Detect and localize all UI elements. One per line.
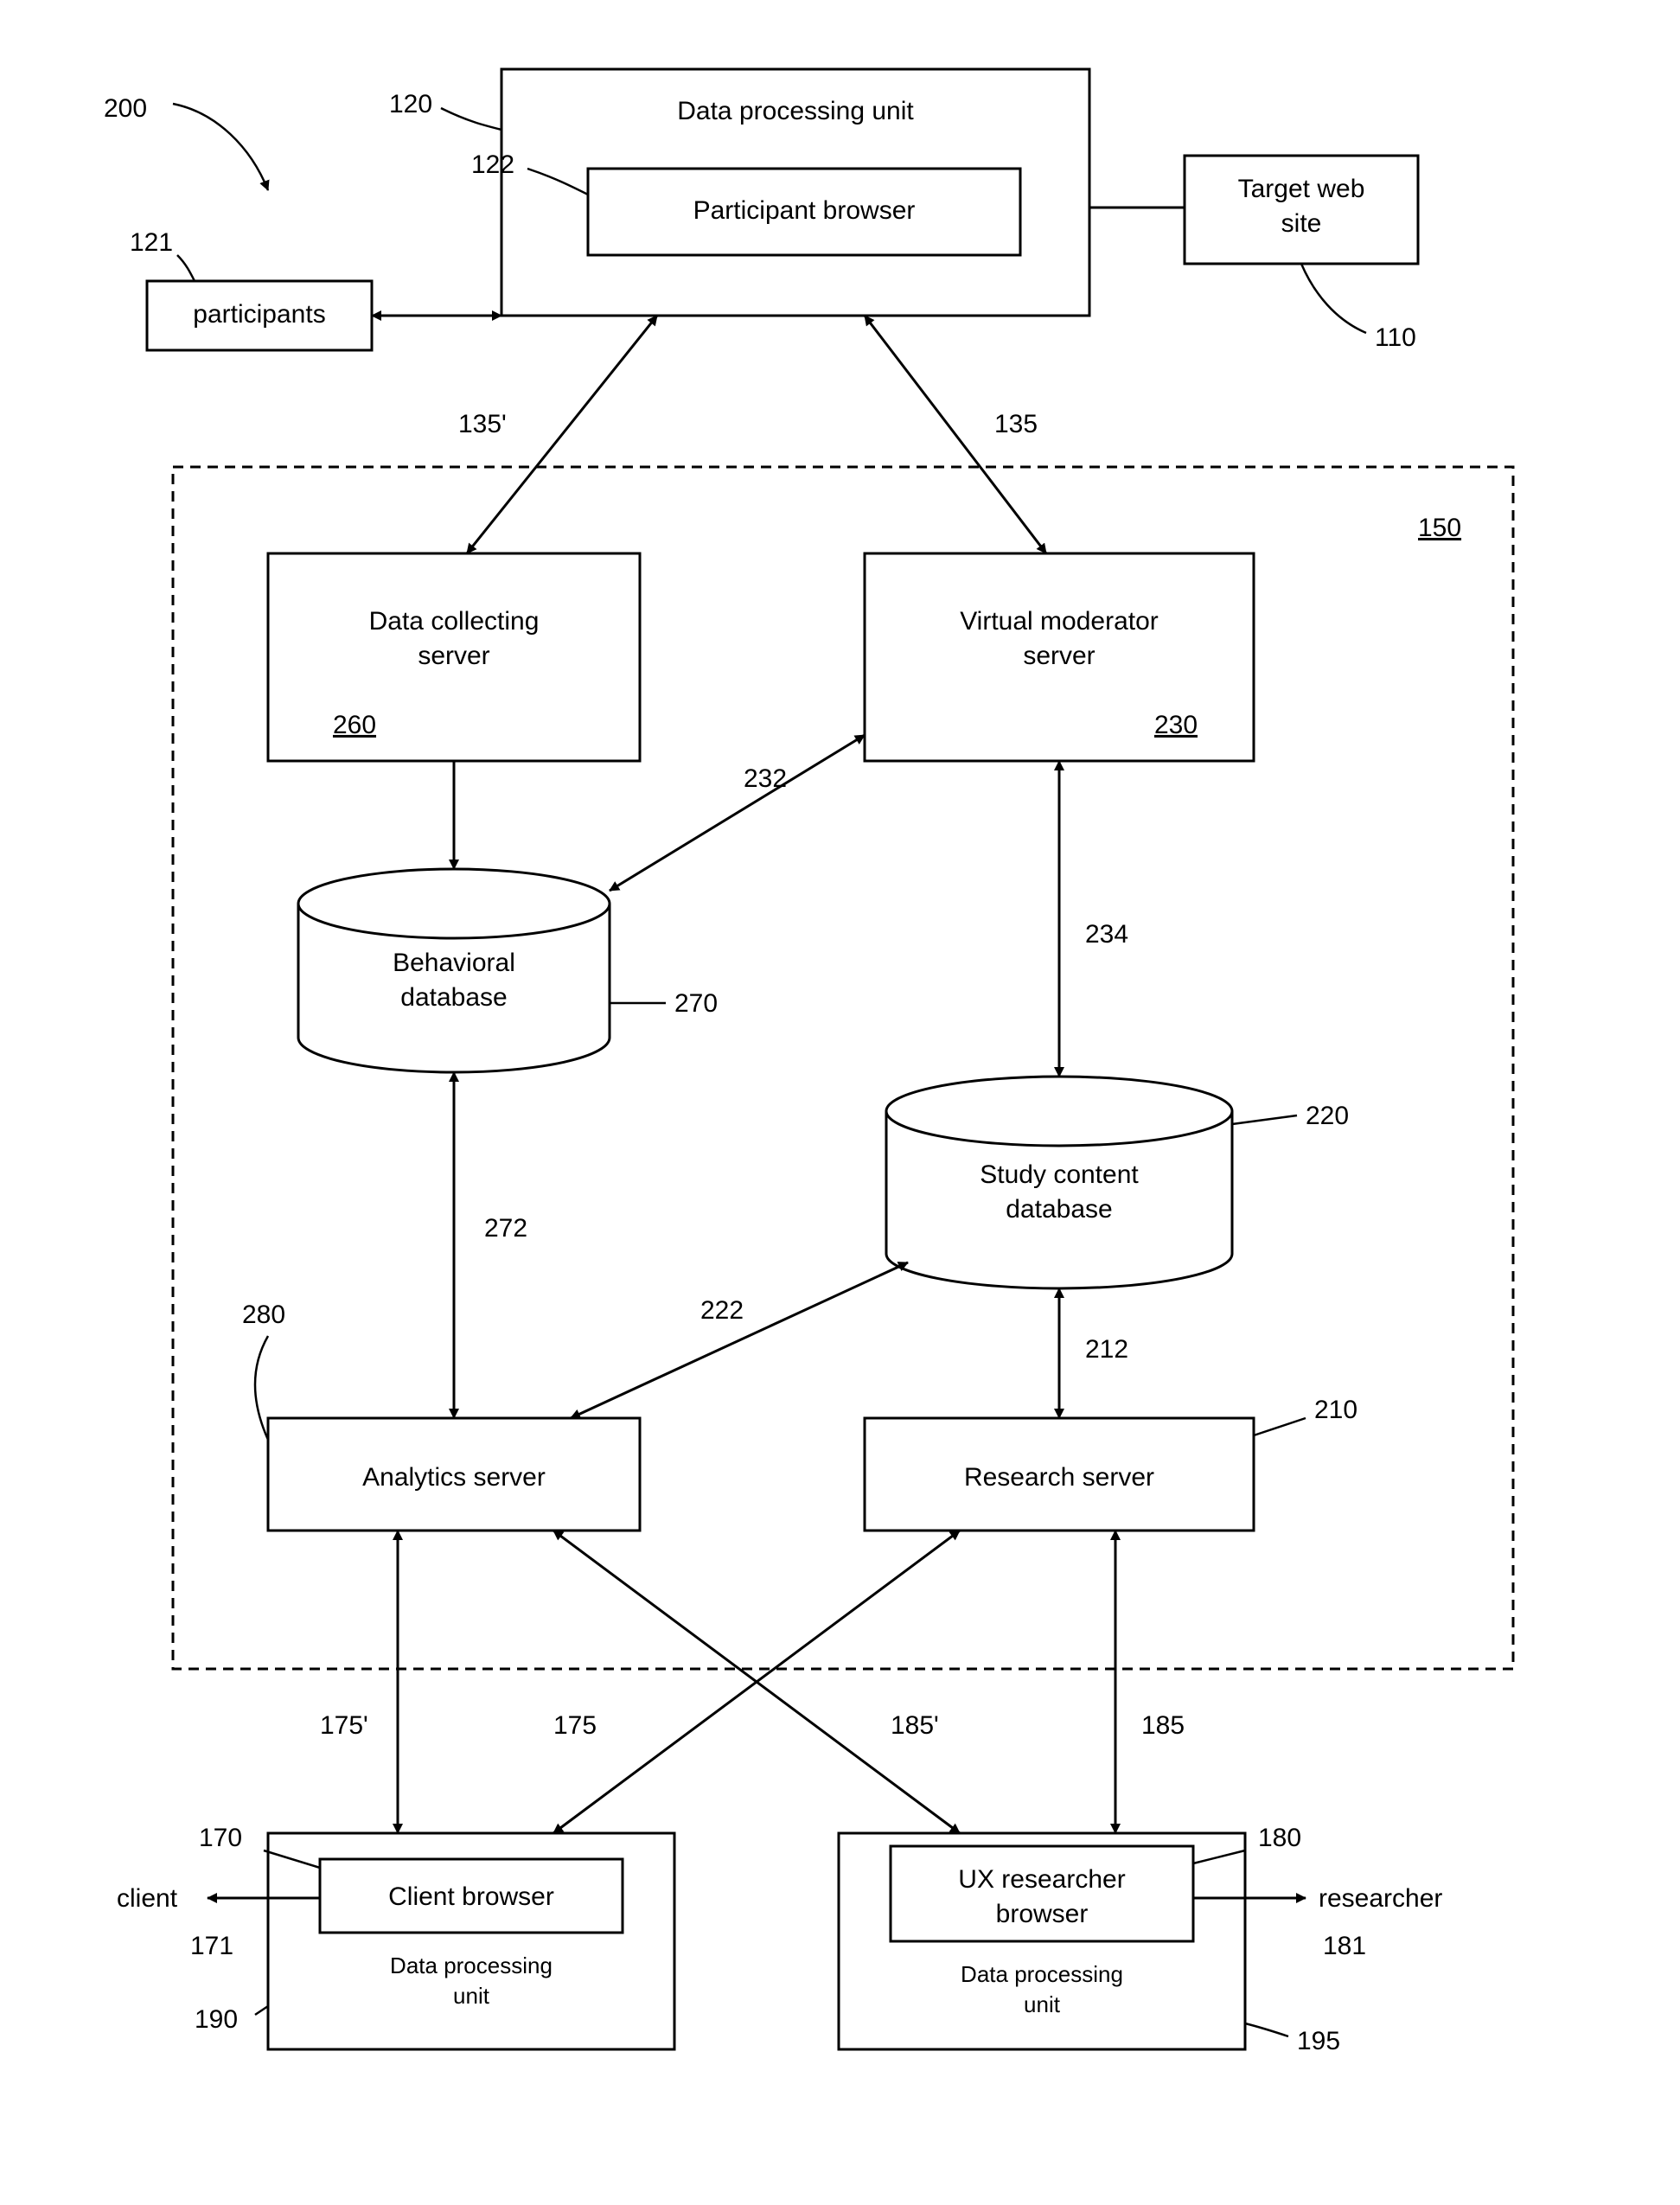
leader-195	[1245, 2023, 1288, 2036]
ref-212: 212	[1085, 1335, 1128, 1364]
label-client-browser: Client browser	[388, 1882, 554, 1911]
label-participant-browser: Participant browser	[693, 196, 916, 225]
leader-120	[441, 108, 501, 130]
label-bdb-l1: Behavioral	[393, 949, 515, 977]
label-research: Research server	[964, 1463, 1154, 1492]
label-ux-actor: researcher	[1319, 1884, 1442, 1913]
ref-120: 120	[389, 90, 432, 118]
ref-171: 171	[190, 1932, 233, 1960]
ref-222: 222	[700, 1296, 744, 1325]
label-client-actor: client	[117, 1884, 178, 1913]
ref-181: 181	[1323, 1932, 1366, 1960]
ref-234: 234	[1085, 920, 1128, 949]
ref-185prime: 185'	[891, 1711, 939, 1740]
leader-110	[1301, 264, 1366, 333]
ref-175prime: 175'	[320, 1711, 368, 1740]
label-scd-l2: database	[1006, 1195, 1112, 1224]
label-vms-l2: server	[1023, 642, 1095, 670]
label-ux-unit-l2: unit	[1024, 1991, 1061, 2017]
ref-232: 232	[744, 764, 787, 793]
ref-175: 175	[553, 1711, 597, 1740]
ref-185: 185	[1141, 1711, 1185, 1740]
label-dpu-top: Data processing unit	[677, 97, 914, 125]
label-client-unit-l2: unit	[453, 1983, 490, 2009]
ref-110: 110	[1375, 323, 1416, 352]
ref-200: 200	[104, 94, 147, 123]
ref-150: 150	[1418, 514, 1461, 542]
ref-190: 190	[195, 2005, 238, 2034]
label-dcs-l2: server	[418, 642, 489, 670]
ref-180: 180	[1258, 1824, 1301, 1852]
ref-195: 195	[1297, 2027, 1340, 2055]
ref-220: 220	[1306, 1102, 1349, 1130]
ref-260: 260	[333, 711, 376, 739]
leader-190	[255, 2006, 268, 2015]
ref-170: 170	[199, 1824, 242, 1852]
ref-230: 230	[1154, 711, 1198, 739]
label-scd-l1: Study content	[980, 1160, 1139, 1189]
label-target-l2: site	[1281, 209, 1322, 238]
label-participants: participants	[193, 300, 325, 329]
ref-270: 270	[674, 989, 718, 1018]
ref-280: 280	[242, 1301, 285, 1329]
ref-272: 272	[484, 1214, 527, 1243]
label-ux-unit-l1: Data processing	[961, 1961, 1123, 1987]
label-target-l1: Target web	[1238, 175, 1365, 203]
leader-121	[177, 255, 195, 281]
ref-122: 122	[471, 150, 514, 179]
ref-121: 121	[130, 228, 173, 257]
label-ux-browser-l2: browser	[996, 1900, 1089, 1928]
leader-200	[173, 104, 268, 190]
label-bdb-l2: database	[400, 983, 507, 1012]
label-dcs-l1: Data collecting	[369, 607, 540, 636]
ref-135: 135	[994, 410, 1038, 438]
ref-210: 210	[1314, 1396, 1357, 1424]
ref-135prime: 135'	[458, 410, 507, 438]
label-client-unit-l1: Data processing	[390, 1953, 553, 1978]
label-vms-l1: Virtual moderator	[960, 607, 1159, 636]
label-analytics: Analytics server	[362, 1463, 546, 1492]
label-ux-browser-l1: UX researcher	[958, 1865, 1125, 1894]
